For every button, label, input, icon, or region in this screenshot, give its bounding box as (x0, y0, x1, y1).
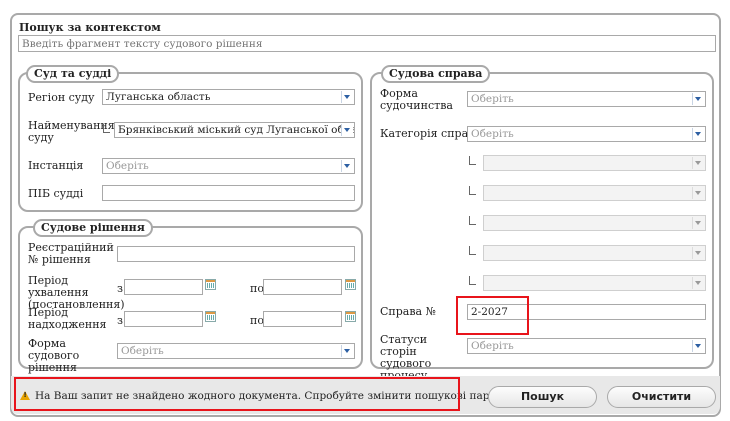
chevron-down-icon (692, 217, 704, 229)
party-status-label: Статуси сторін судового процесу (380, 333, 432, 382)
court-name-label: Найменування суду (28, 119, 115, 144)
judge-label: ПІБ судді (28, 187, 84, 200)
clear-button[interactable]: Очистити (607, 386, 716, 408)
reg-number-input[interactable] (117, 246, 355, 262)
adoption-to-label: по (250, 282, 264, 295)
chevron-down-icon (341, 91, 353, 103)
calendar-icon[interactable] (345, 311, 356, 322)
party-status-select[interactable]: Оберіть (467, 338, 706, 354)
search-button[interactable]: Пошук (488, 386, 597, 408)
proceeding-form-select[interactable]: Оберіть (467, 91, 706, 107)
subcategory-select-5[interactable] (483, 275, 706, 291)
decision-form-label: Форма судового рішення (28, 337, 80, 374)
case-number-label: Справа № (380, 305, 437, 318)
instance-select[interactable]: Оберіть (102, 158, 355, 174)
chevron-down-icon (341, 345, 353, 357)
region-select[interactable]: Луганська область (102, 89, 355, 105)
category-select[interactable]: Оберіть (467, 126, 706, 142)
adoption-from-label: з (117, 282, 123, 295)
court-name-value: Брянківський міський суд Луганської обла… (118, 124, 355, 136)
receipt-to-input[interactable] (263, 311, 342, 327)
chevron-down-icon (341, 160, 353, 172)
court-group-legend: Суд та судді (26, 65, 120, 83)
case-number-highlight (456, 296, 529, 335)
calendar-icon[interactable] (345, 279, 356, 290)
chevron-down-icon (341, 124, 353, 136)
subcategory-select-1[interactable] (483, 155, 706, 171)
adoption-to-input[interactable] (263, 279, 342, 295)
proceeding-form-label: Форма судочинства (380, 87, 453, 112)
tree-branch-icon (469, 276, 476, 285)
tree-branch-icon (469, 156, 476, 165)
region-label: Регіон суду (28, 91, 95, 104)
region-value: Луганська область (106, 91, 211, 103)
message-highlight (14, 377, 460, 411)
tree-branch-icon (469, 246, 476, 255)
decision-form-value: Оберіть (121, 345, 164, 357)
receipt-from-input[interactable] (124, 311, 203, 327)
judge-input[interactable] (102, 185, 355, 201)
subcategory-select-2[interactable] (483, 185, 706, 201)
context-search-title: Пошук за контекстом (19, 21, 161, 34)
adoption-from-input[interactable] (124, 279, 203, 295)
chevron-down-icon (692, 128, 704, 140)
proceeding-form-value: Оберіть (471, 93, 514, 105)
context-search-input[interactable] (18, 35, 716, 52)
instance-value: Оберіть (106, 160, 149, 172)
tree-branch-icon (103, 124, 110, 133)
chevron-down-icon (692, 93, 704, 105)
receipt-from-label: з (117, 314, 123, 327)
receipt-period-label: Період надходження (28, 306, 107, 331)
subcategory-select-4[interactable] (483, 245, 706, 261)
chevron-down-icon (692, 157, 704, 169)
calendar-icon[interactable] (205, 311, 216, 322)
decision-group-legend: Судове рішення (33, 219, 153, 237)
chevron-down-icon (692, 340, 704, 352)
calendar-icon[interactable] (205, 279, 216, 290)
reg-number-label: Реєстраційний № рішення (28, 241, 114, 266)
chevron-down-icon (692, 187, 704, 199)
tree-branch-icon (469, 216, 476, 225)
chevron-down-icon (692, 277, 704, 289)
instance-label: Інстанція (28, 159, 84, 172)
party-status-value: Оберіть (471, 340, 514, 352)
tree-branch-icon (469, 186, 476, 195)
decision-form-select[interactable]: Оберіть (117, 343, 355, 359)
court-name-select[interactable]: Брянківський міський суд Луганської обла… (114, 122, 355, 138)
subcategory-select-3[interactable] (483, 215, 706, 231)
receipt-to-label: по (250, 314, 264, 327)
category-value: Оберіть (471, 128, 514, 140)
case-group-legend: Судова справа (381, 65, 491, 83)
chevron-down-icon (692, 247, 704, 259)
